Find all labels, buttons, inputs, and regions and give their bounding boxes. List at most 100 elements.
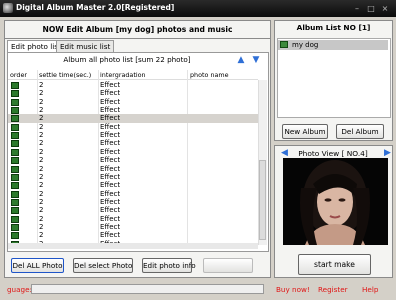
- settle-time-cell[interactable]: 2: [39, 114, 43, 122]
- settle-time-cell[interactable]: 2: [39, 123, 43, 131]
- intergradation-cell[interactable]: Effect: [100, 123, 120, 131]
- del-all-photo-button[interactable]: Del ALL Photo: [11, 258, 64, 273]
- order-checkbox[interactable]: [11, 173, 19, 181]
- column-header-order: order: [10, 71, 28, 79]
- intergradation-cell[interactable]: Effect: [100, 215, 120, 223]
- del-select-photo-button[interactable]: Del select Photo: [73, 258, 133, 273]
- intergradation-cell[interactable]: Effect: [100, 206, 120, 214]
- order-checkbox[interactable]: [11, 198, 19, 206]
- scrollbar-thumb[interactable]: [259, 160, 266, 240]
- table-row[interactable]: 2 Effect: [8, 148, 258, 156]
- right-arrow-icon[interactable]: ▶: [383, 148, 392, 158]
- settle-time-cell[interactable]: 2: [39, 173, 43, 181]
- order-checkbox[interactable]: [11, 132, 19, 140]
- table-row[interactable]: 2 Effect: [8, 139, 258, 148]
- edit-photo-info-button[interactable]: Edit photo info: [142, 258, 196, 273]
- order-checkbox[interactable]: [11, 207, 19, 215]
- maximize-icon[interactable]: □: [365, 3, 377, 14]
- settle-time-cell[interactable]: 2: [39, 190, 43, 198]
- settle-time-cell[interactable]: 2: [39, 181, 43, 189]
- album-item-label: my dog: [292, 41, 319, 49]
- settle-time-cell[interactable]: 2: [39, 165, 43, 173]
- table-row[interactable]: 2 Effect: [8, 206, 258, 215]
- tab-edit-music-list[interactable]: Edit music list: [56, 40, 115, 52]
- settle-time-cell[interactable]: 2: [39, 139, 43, 147]
- order-checkbox[interactable]: [11, 215, 19, 223]
- settle-time-cell[interactable]: 2: [39, 206, 43, 214]
- settle-time-cell[interactable]: 2: [39, 215, 43, 223]
- table-row[interactable]: 2 Effect: [8, 215, 258, 223]
- del-album-button[interactable]: Del Album: [336, 124, 384, 139]
- settle-time-cell[interactable]: 2: [39, 81, 43, 89]
- intergradation-cell[interactable]: Effect: [100, 89, 120, 97]
- buy-now-link[interactable]: Buy now!: [276, 285, 310, 294]
- album-list-item[interactable]: my dog: [278, 40, 388, 50]
- order-checkbox[interactable]: [11, 107, 19, 115]
- new-album-button[interactable]: New Album: [282, 124, 328, 139]
- order-checkbox[interactable]: [11, 82, 19, 89]
- horizontal-scrollbar[interactable]: [8, 243, 258, 249]
- intergradation-cell[interactable]: Effect: [100, 114, 120, 122]
- intergradation-cell[interactable]: Effect: [100, 223, 120, 231]
- left-arrow-icon[interactable]: ◀: [280, 148, 289, 158]
- table-row[interactable]: 2 Effect: [8, 190, 258, 198]
- intergradation-cell[interactable]: Effect: [100, 165, 120, 173]
- order-checkbox[interactable]: [11, 148, 19, 156]
- settle-time-cell[interactable]: 2: [39, 223, 43, 231]
- intergradation-cell[interactable]: Effect: [100, 148, 120, 156]
- table-row[interactable]: 2 Effect: [8, 81, 258, 89]
- order-checkbox[interactable]: [11, 182, 19, 190]
- order-checkbox[interactable]: [11, 157, 19, 165]
- table-row[interactable]: 2 Effect: [8, 181, 258, 190]
- gauge-label: guage:: [7, 285, 32, 294]
- table-row[interactable]: 2 Effect: [8, 223, 258, 231]
- table-row[interactable]: 2 Effect: [8, 165, 258, 173]
- intergradation-cell[interactable]: Effect: [100, 198, 120, 206]
- order-checkbox[interactable]: [11, 90, 19, 98]
- order-checkbox[interactable]: [11, 223, 19, 231]
- order-checkbox[interactable]: [11, 140, 19, 148]
- down-arrow-icon[interactable]: ▼: [251, 55, 261, 65]
- order-checkbox[interactable]: [11, 190, 19, 198]
- table-row[interactable]: 2 Effect: [8, 173, 258, 181]
- start-make-button[interactable]: start make: [298, 254, 371, 275]
- order-checkbox[interactable]: [11, 115, 19, 123]
- order-checkbox[interactable]: [11, 98, 19, 106]
- intergradation-cell[interactable]: Effect: [100, 81, 120, 89]
- edit-header: NOW Edit Album [my dog] photos and music: [5, 21, 270, 39]
- settle-time-cell[interactable]: 2: [39, 98, 43, 106]
- table-row[interactable]: 2 Effect: [8, 106, 258, 115]
- settle-time-cell[interactable]: 2: [39, 148, 43, 156]
- settle-time-cell[interactable]: 2: [39, 131, 43, 139]
- order-checkbox[interactable]: [11, 123, 19, 131]
- intergradation-cell[interactable]: Effect: [100, 156, 120, 164]
- minimize-icon[interactable]: –: [351, 3, 363, 14]
- intergradation-cell[interactable]: Effect: [100, 181, 120, 189]
- up-arrow-icon[interactable]: ▲: [236, 55, 246, 65]
- table-row[interactable]: 2 Effect: [8, 114, 258, 123]
- close-icon[interactable]: ×: [379, 3, 391, 14]
- intergradation-cell[interactable]: Effect: [100, 139, 120, 147]
- settle-time-cell[interactable]: 2: [39, 106, 43, 114]
- help-link[interactable]: Help: [362, 285, 378, 294]
- intergradation-cell[interactable]: Effect: [100, 106, 120, 114]
- intergradation-cell[interactable]: Effect: [100, 231, 120, 239]
- table-row[interactable]: 2 Effect: [8, 156, 258, 165]
- table-row[interactable]: 2 Effect: [8, 231, 258, 240]
- settle-time-cell[interactable]: 2: [39, 89, 43, 97]
- table-row[interactable]: 2 Effect: [8, 131, 258, 140]
- settle-time-cell[interactable]: 2: [39, 156, 43, 164]
- intergradation-cell[interactable]: Effect: [100, 173, 120, 181]
- settle-time-cell[interactable]: 2: [39, 198, 43, 206]
- order-checkbox[interactable]: [11, 165, 19, 173]
- intergradation-cell[interactable]: Effect: [100, 98, 120, 106]
- register-link[interactable]: Register: [318, 285, 348, 294]
- settle-time-cell[interactable]: 2: [39, 231, 43, 239]
- order-checkbox[interactable]: [11, 232, 19, 240]
- table-row[interactable]: 2 Effect: [8, 89, 258, 98]
- intergradation-cell[interactable]: Effect: [100, 131, 120, 139]
- table-row[interactable]: 2 Effect: [8, 98, 258, 106]
- table-row[interactable]: 2 Effect: [8, 123, 258, 131]
- table-row[interactable]: 2 Effect: [8, 198, 258, 206]
- intergradation-cell[interactable]: Effect: [100, 190, 120, 198]
